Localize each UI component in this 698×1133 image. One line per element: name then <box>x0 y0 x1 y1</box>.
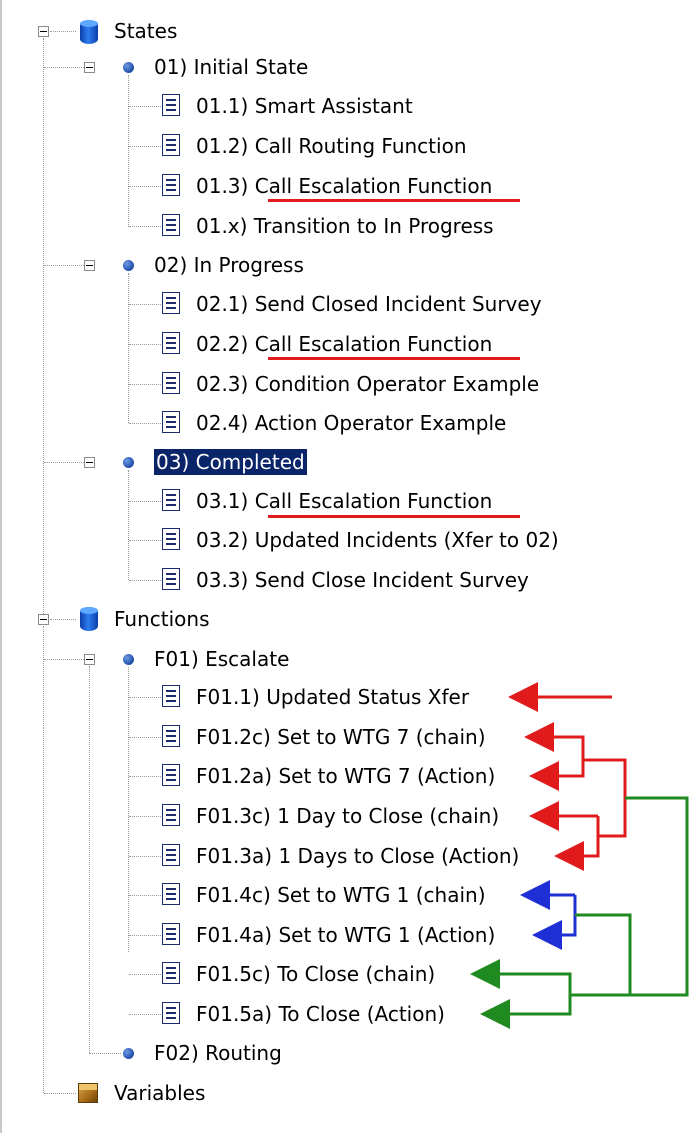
tree-view: States 01) Initial State 01.1) Smart Ass… <box>0 0 698 1133</box>
green-arrow-5a <box>480 995 572 1029</box>
blue-connector-4b <box>532 895 577 950</box>
annotation-arrows <box>470 682 689 1029</box>
green-arrow-5c <box>470 959 572 995</box>
red-bracket-2 <box>583 758 627 838</box>
red-connector-2 <box>529 735 585 791</box>
green-bracket-inner <box>575 913 632 995</box>
red-connector-3b <box>554 816 600 871</box>
